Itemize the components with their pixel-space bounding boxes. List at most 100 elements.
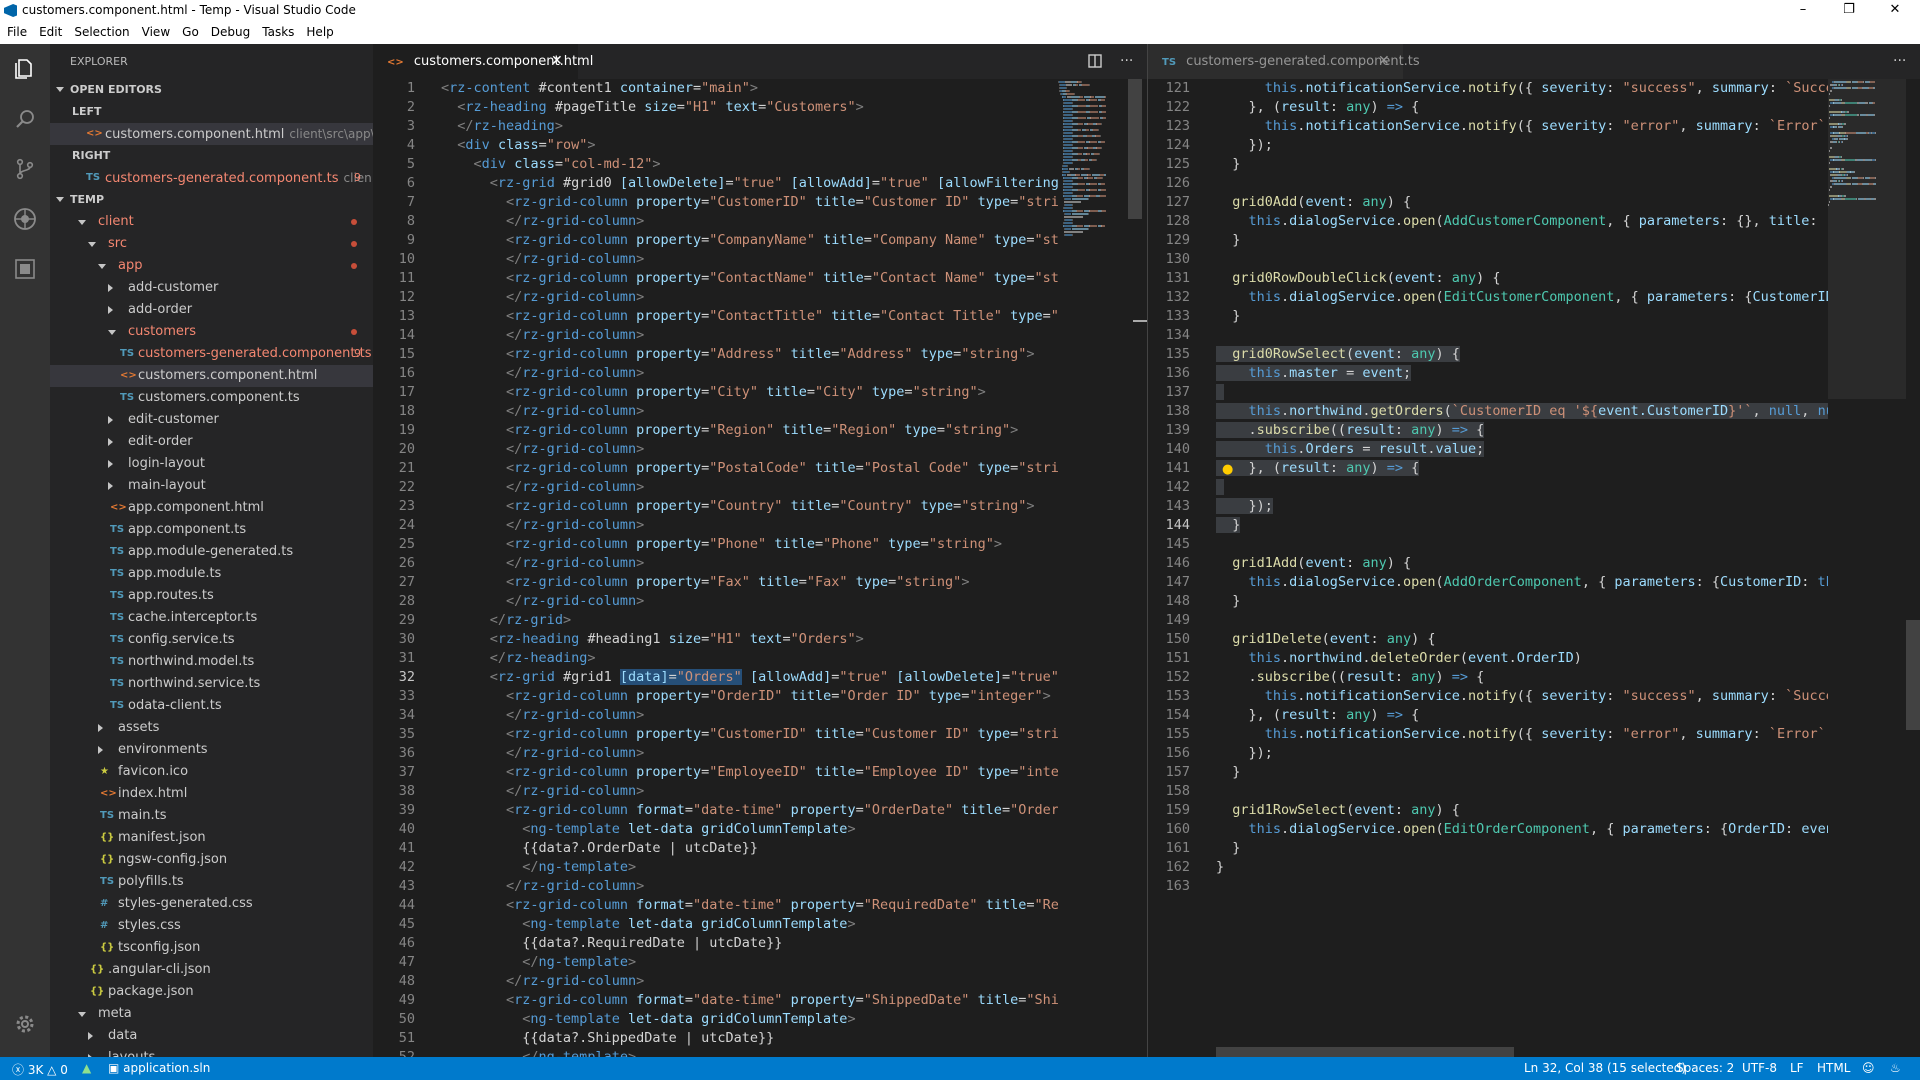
source-control-icon[interactable] <box>10 154 40 184</box>
line-number: 122 <box>1165 99 1190 115</box>
tree-item[interactable]: TS polyfills.ts <box>50 871 373 893</box>
more-actions-icon[interactable]: ··· <box>1120 44 1133 79</box>
tree-item[interactable]: <> index.html <box>50 783 373 805</box>
tree-item[interactable]: app <box>50 255 373 277</box>
tree-item[interactable]: customers <box>50 321 373 343</box>
line-ending[interactable]: LF <box>1790 1061 1804 1075</box>
explorer-sidebar: EXPLORER OPEN EDITORS LEFT <> customers.… <box>50 44 373 1057</box>
menu-file[interactable]: File <box>0 22 32 39</box>
line-number: 9 <box>406 232 415 248</box>
sync-icon[interactable]: ▲ <box>82 1061 91 1075</box>
left-minimap[interactable] <box>1058 79 1128 1057</box>
tree-item[interactable]: assets <box>50 717 373 739</box>
tree-item[interactable]: TS northwind.service.ts <box>50 673 373 695</box>
restore-icon[interactable]: ❐ <box>1826 0 1872 22</box>
menu-selection[interactable]: Selection <box>67 22 134 39</box>
tree-item[interactable]: {} package.json <box>50 981 373 1003</box>
more-actions-icon[interactable]: ··· <box>1893 44 1906 79</box>
tree-item[interactable]: edit-customer <box>50 409 373 431</box>
minimap-token <box>1063 147 1072 149</box>
menu-go[interactable]: Go <box>175 22 204 39</box>
tree-item[interactable]: ★ favicon.ico <box>50 761 373 783</box>
tree-item[interactable]: # styles.css <box>50 915 373 937</box>
tree-item[interactable]: TS app.routes.ts <box>50 585 373 607</box>
menu-debug[interactable]: Debug <box>204 22 255 39</box>
tree-item[interactable]: add-order <box>50 299 373 321</box>
menu-edit[interactable]: Edit <box>32 22 67 39</box>
minimap-token <box>1829 168 1836 170</box>
open-editor-right[interactable]: TS customers-generated.component.ts clien… <box>50 167 373 189</box>
tree-item[interactable]: meta <box>50 1003 373 1025</box>
notifications-bell-icon[interactable]: ♨ <box>1890 1061 1901 1075</box>
tree-item[interactable]: main-layout <box>50 475 373 497</box>
tree-item[interactable]: TS northwind.model.ts <box>50 651 373 673</box>
debug-icon[interactable] <box>10 204 40 234</box>
left-scrollbar[interactable] <box>1128 79 1142 219</box>
tree-item[interactable]: TS app.module-generated.ts <box>50 541 373 563</box>
close-tab-icon[interactable]: ✕ <box>1378 44 1390 79</box>
lightbulb-icon-marker[interactable]: ● <box>1222 462 1233 477</box>
tree-item[interactable]: {} ngsw-config.json <box>50 849 373 871</box>
tree-item[interactable]: <> customers.component.html <box>50 365 373 387</box>
tree-item[interactable]: TS customers.component.ts <box>50 387 373 409</box>
open-editors-section[interactable]: OPEN EDITORS <box>50 79 373 101</box>
split-editor-icon[interactable] <box>1088 44 1102 79</box>
tree-item[interactable]: data <box>50 1025 373 1047</box>
tab-customers-component-html[interactable]: <> customers.component.html ✕ <box>373 44 593 79</box>
tab-customers-generated-component-ts[interactable]: TS customers-generated.component.ts ✕ <box>1148 44 1420 79</box>
tree-item[interactable]: {} manifest.json <box>50 827 373 849</box>
tree-item[interactable]: login-layout <box>50 453 373 475</box>
solution-indicator[interactable]: ▣ application.sln <box>108 1061 210 1075</box>
minimap-token <box>1076 225 1084 227</box>
search-icon[interactable] <box>10 104 40 134</box>
tree-item[interactable]: TS customers-generated.component.ts 9 <box>50 343 373 365</box>
temp-section[interactable]: TEMP <box>50 189 373 211</box>
horizontal-scrollbar[interactable] <box>1216 1047 1514 1057</box>
tree-item[interactable]: TS config.service.ts <box>50 629 373 651</box>
tree-item[interactable]: TS main.ts <box>50 805 373 827</box>
minimap-token <box>1847 135 1849 137</box>
minimap-token <box>1834 138 1839 140</box>
close-tab-icon[interactable]: ✕ <box>551 44 563 79</box>
tree-item[interactable]: TS odata-client.ts <box>50 695 373 717</box>
tree-item[interactable]: edit-order <box>50 431 373 453</box>
tree-item[interactable]: src <box>50 233 373 255</box>
minimap-token <box>1064 213 1072 215</box>
encoding[interactable]: UTF-8 <box>1742 1061 1777 1075</box>
tree-item[interactable]: <> app.component.html <box>50 497 373 519</box>
feedback-smiley-icon[interactable]: ☺ <box>1862 1061 1875 1075</box>
minimap-token <box>1065 81 1071 83</box>
minimap-token <box>1874 183 1876 185</box>
window-title: customers.component.html - Temp - Visual… <box>22 3 356 17</box>
open-editor-left[interactable]: <> customers.component.html client\src\ap… <box>50 123 373 145</box>
tree-item[interactable]: {} tsconfig.json <box>50 937 373 959</box>
left-editor[interactable]: 1 2 3 4 5 6 7 8 9 10 11 12 13 14 15 16 17 18 19 20 21 22 23 24 2… <box>373 79 1058 1057</box>
code-line: <rz-grid-column property="City" title="C… <box>506 384 986 400</box>
close-window-icon[interactable]: ✕ <box>1872 0 1918 22</box>
menu-view[interactable]: View <box>135 22 175 39</box>
tree-item[interactable]: {} .angular-cli.json <box>50 959 373 981</box>
right-minimap[interactable] <box>1828 79 1906 1057</box>
extensions-icon[interactable] <box>10 254 40 284</box>
right-editor[interactable]: 121 122 123 124 125 126 127 128 129 130 131 132 133 1… <box>1148 79 1828 1057</box>
cursor-position[interactable]: Ln 32, Col 38 (15 selected) <box>1524 1061 1686 1075</box>
explorer-icon[interactable] <box>10 54 40 84</box>
tree-item[interactable]: TS cache.interceptor.ts <box>50 607 373 629</box>
tree-item[interactable]: environments <box>50 739 373 761</box>
indentation[interactable]: Spaces: 2 <box>1676 1061 1734 1075</box>
minimize-icon[interactable]: – <box>1780 0 1826 22</box>
settings-gear-icon[interactable] <box>10 1009 40 1039</box>
language-mode[interactable]: HTML <box>1817 1061 1850 1075</box>
tree-item[interactable]: TS app.module.ts <box>50 563 373 585</box>
minimap-token <box>1071 198 1077 200</box>
tree-item[interactable]: client <box>50 211 373 233</box>
menu-help[interactable]: Help <box>299 22 338 39</box>
tree-item[interactable]: TS app.component.ts <box>50 519 373 541</box>
tree-item[interactable]: add-customer <box>50 277 373 299</box>
menu-tasks[interactable]: Tasks <box>255 22 299 39</box>
tree-item[interactable]: layouts <box>50 1047 373 1057</box>
tree-item[interactable]: # styles-generated.css <box>50 893 373 915</box>
right-scrollbar[interactable] <box>1906 620 1920 730</box>
problems-indicator[interactable]: ⓧ 3K △ 0 <box>12 1061 68 1078</box>
minimap-token <box>1072 120 1074 122</box>
